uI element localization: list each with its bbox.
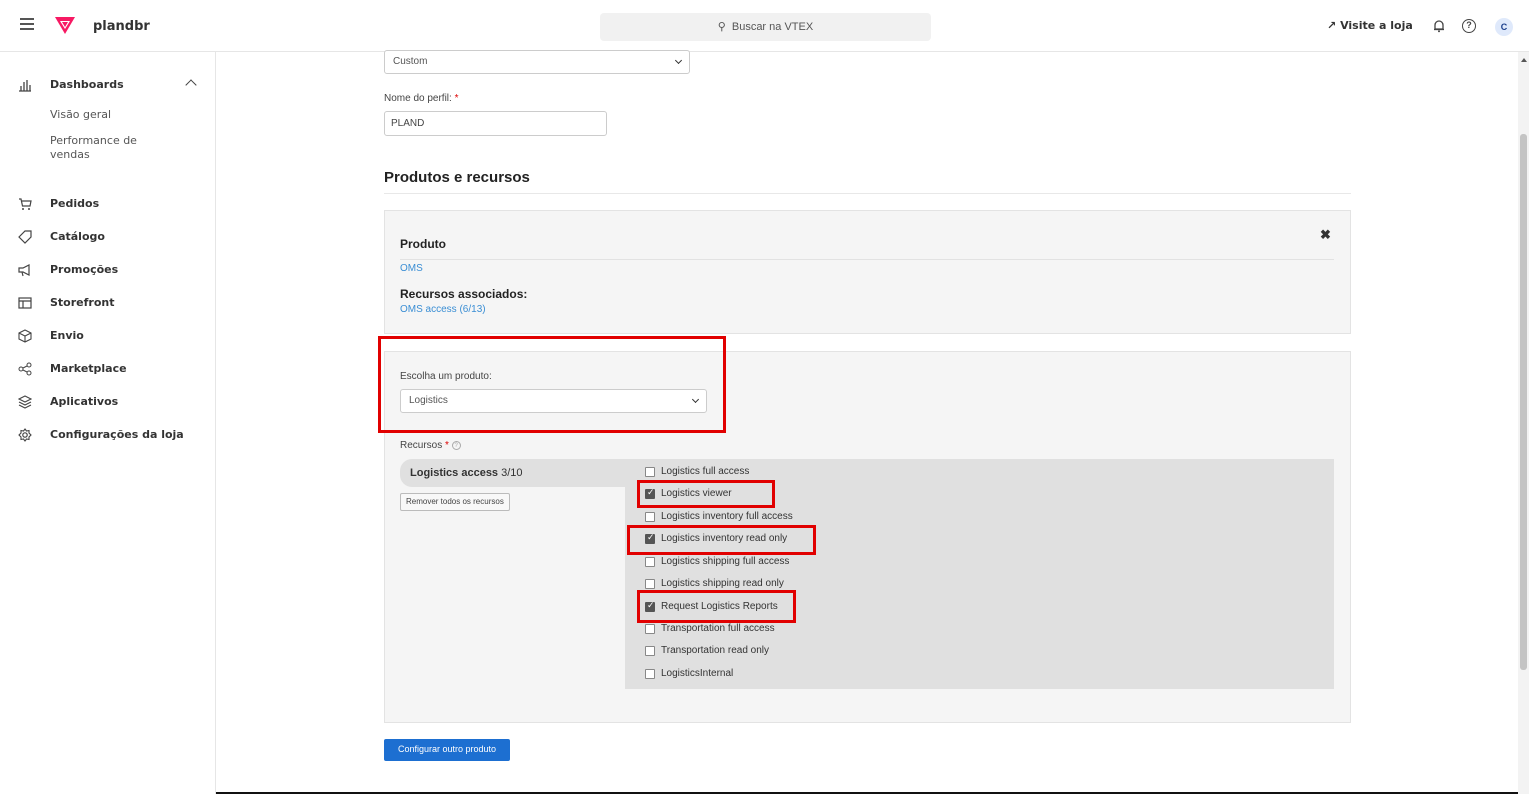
sidebar-subitem-sales-performance[interactable]: Performance de vendas	[50, 134, 160, 162]
sidebar-item-label: Catálogo	[50, 230, 105, 243]
cart-icon	[19, 198, 32, 210]
checkbox[interactable]	[645, 512, 655, 522]
user-avatar[interactable]: C	[1495, 18, 1513, 36]
chart-icon	[19, 80, 31, 92]
product-card	[384, 210, 1351, 334]
checkbox-label: Logistics full access	[661, 466, 750, 477]
close-icon[interactable]: ✖	[1320, 227, 1331, 243]
sidebar-item-label: Storefront	[50, 296, 115, 309]
megaphone-icon	[18, 264, 30, 277]
sidebar-subitem-overview[interactable]: Visão geral	[50, 108, 160, 122]
top-bar: plandbr ⚲ Buscar na VTEX ↗ Visite a loja …	[0, 0, 1529, 52]
checkbox[interactable]	[645, 579, 655, 589]
search-bar[interactable]: ⚲ Buscar na VTEX	[600, 13, 931, 41]
role-type-select[interactable]: Custom	[384, 50, 690, 74]
gear-icon	[18, 428, 32, 442]
section-title: Produtos e recursos	[384, 169, 530, 186]
highlight-box-inventory-read-only	[627, 525, 816, 555]
chevron-down-icon	[674, 56, 683, 65]
info-icon[interactable]: ?	[451, 440, 461, 450]
sidebar: Dashboards Visão geral Performance de ve…	[0, 52, 216, 794]
resource-group-count: 3/10	[501, 467, 523, 479]
profile-name-label: Nome do perfil: *	[384, 93, 459, 104]
section-divider	[384, 193, 1351, 194]
profile-name-input[interactable]: PLAND	[384, 111, 607, 136]
checkbox[interactable]	[645, 557, 655, 567]
required-mark: *	[454, 93, 459, 104]
resources-label-text: Recursos	[400, 440, 443, 451]
checkbox[interactable]	[645, 669, 655, 679]
profile-name-label-text: Nome do perfil:	[384, 93, 452, 104]
chevron-up-icon[interactable]	[185, 79, 197, 91]
store-name[interactable]: plandbr	[93, 19, 150, 34]
sidebar-item-label: Promoções	[50, 263, 119, 276]
sidebar-item-label: Pedidos	[50, 197, 100, 210]
resources-label: Recursos * ?	[400, 440, 461, 451]
layers-icon	[18, 395, 32, 409]
configure-other-product-button[interactable]: Configurar outro produto	[384, 739, 510, 761]
remove-all-resources-button[interactable]: Remover todos os recursos	[400, 493, 510, 511]
sidebar-item-label: Configurações da loja	[50, 428, 184, 441]
sidebar-item-label: Marketplace	[50, 362, 127, 375]
highlight-box-viewer	[637, 480, 775, 508]
product-oms-link[interactable]: OMS	[400, 263, 423, 274]
oms-access-link[interactable]: OMS access (6/13)	[400, 304, 486, 315]
resource-group-name: Logistics access	[410, 467, 499, 479]
highlight-box-product-select	[378, 336, 726, 433]
sidebar-item-label: Envio	[50, 329, 84, 342]
checkbox[interactable]	[645, 467, 655, 477]
search-placeholder: Buscar na VTEX	[731, 21, 814, 33]
checkbox[interactable]	[645, 624, 655, 634]
tag-icon	[18, 230, 32, 244]
search-icon: ⚲	[717, 21, 726, 33]
visit-store-label: Visite a loja	[1340, 19, 1413, 32]
product-card-title: Produto	[400, 237, 446, 251]
layout-icon	[18, 297, 32, 309]
sidebar-item-label: Dashboards	[50, 78, 124, 91]
card-divider	[400, 259, 1334, 260]
bell-icon[interactable]	[1432, 19, 1446, 33]
box-icon	[18, 329, 32, 343]
visit-store-link[interactable]: ↗ Visite a loja	[1327, 19, 1413, 32]
highlight-box-request-reports	[637, 590, 796, 623]
sidebar-item-label: Aplicativos	[50, 395, 119, 408]
page-scrollbar[interactable]	[1518, 52, 1529, 794]
menu-icon[interactable]	[20, 18, 34, 30]
role-type-value: Custom	[393, 56, 428, 67]
arrow-up-right-icon: ↗	[1327, 19, 1337, 32]
checkbox-label: Transportation full access	[661, 623, 775, 634]
checkbox-label: LogisticsInternal	[661, 668, 734, 679]
checkbox[interactable]	[645, 646, 655, 656]
checkbox-label: Logistics inventory full access	[661, 511, 793, 522]
scrollbar-thumb[interactable]	[1520, 134, 1527, 670]
checkbox-label: Logistics shipping full access	[661, 556, 790, 567]
resource-group-tab[interactable]: Logistics access 3/10	[400, 459, 640, 487]
associated-resources-title: Recursos associados:	[400, 287, 528, 301]
checkbox-label: Transportation read only	[661, 645, 770, 656]
share-nodes-icon	[18, 362, 32, 376]
vtex-logo-icon[interactable]	[54, 15, 76, 35]
help-icon[interactable]: ?	[1462, 19, 1476, 33]
scroll-up-icon[interactable]	[1521, 58, 1527, 62]
required-mark: *	[445, 440, 449, 451]
checkbox-label: Logistics shipping read only	[661, 578, 784, 589]
